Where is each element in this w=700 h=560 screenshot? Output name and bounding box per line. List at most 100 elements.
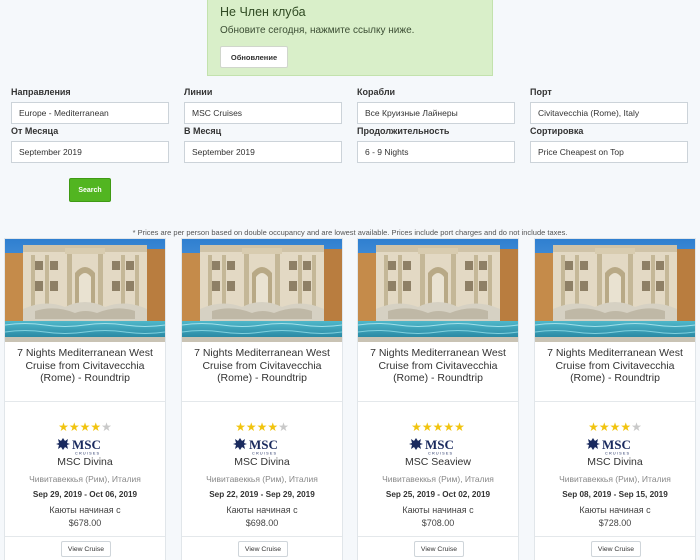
trevi-fountain-photo[interactable]: [182, 239, 342, 342]
cruise-card: 7 Nights Mediterranean West Cruise from …: [534, 238, 696, 560]
price-disclaimer: * Prices are per person based on double …: [132, 228, 568, 237]
msc-logo: MSC CRUISES: [358, 436, 518, 456]
star-filled-icon: ★: [588, 420, 599, 434]
line-label: Линии: [184, 87, 213, 97]
sailing-dates: Sep 22, 2019 - Sep 29, 2019: [209, 490, 315, 499]
cruise-price: $708.00: [421, 518, 455, 528]
card-divider: [182, 536, 342, 537]
view-cruise-button[interactable]: View Cruise: [591, 541, 641, 557]
msc-logo: MSC CRUISES: [5, 436, 165, 456]
star-filled-icon: ★: [58, 420, 69, 434]
cabins-from-label: Каюты начиная с: [402, 505, 474, 515]
to-month-label: В Месяц: [184, 126, 222, 136]
msc-logo-text: MSC: [425, 437, 454, 452]
cruise-card: 7 Nights Mediterranean West Cruise from …: [181, 238, 343, 560]
cruise-title[interactable]: 7 Nights Mediterranean West Cruise from …: [541, 347, 689, 385]
membership-notice: Не Член клуба Обновите сегодня, нажмите …: [207, 0, 493, 76]
cruise-card: 7 Nights Mediterranean West Cruise from …: [357, 238, 519, 560]
star-filled-icon: ★: [245, 420, 257, 434]
port-label: Порт: [530, 87, 552, 97]
card-divider: [5, 401, 165, 402]
msc-logo: MSC CRUISES: [182, 436, 342, 456]
duration-select[interactable]: 6 - 9 Nights: [357, 141, 515, 163]
notice-title: Не Член клуба: [220, 5, 306, 19]
rating-stars: ★ ★ ★ ★ ★: [5, 421, 165, 433]
star-filled-icon: ★: [421, 420, 433, 434]
star-filled-icon: ★: [609, 420, 621, 434]
sort-select[interactable]: Price Cheapest on Top: [530, 141, 688, 163]
departure-port: Чивитавеккья (Рим), Италия: [382, 474, 494, 484]
star-filled-icon: ★: [432, 420, 444, 434]
cabins-from-label: Каюты начиная с: [579, 505, 651, 515]
msc-logo-subtext: CRUISES: [252, 452, 277, 456]
departure-port: Чивитавеккья (Рим), Италия: [29, 474, 141, 484]
line-select[interactable]: MSC Cruises: [184, 102, 342, 124]
msc-logo-subtext: CRUISES: [428, 452, 453, 456]
ships-select[interactable]: Все Круизные Лайнеры: [357, 102, 515, 124]
star-filled-icon: ★: [454, 420, 465, 434]
upgrade-button[interactable]: Обновление: [220, 46, 288, 68]
msc-logo-subtext: CRUISES: [75, 452, 100, 456]
star-filled-icon: ★: [68, 420, 80, 434]
star-empty-icon: ★: [631, 420, 642, 434]
star-filled-icon: ★: [443, 420, 455, 434]
trevi-fountain-photo[interactable]: [358, 239, 518, 342]
departure-port: Чивитавеккья (Рим), Италия: [206, 474, 318, 484]
ship-name: MSC Divina: [57, 456, 113, 468]
star-empty-icon: ★: [278, 420, 289, 434]
cruise-title[interactable]: 7 Nights Mediterranean West Cruise from …: [364, 347, 512, 385]
ship-name: MSC Divina: [234, 456, 290, 468]
ship-name: MSC Seaview: [405, 456, 471, 468]
star-filled-icon: ★: [411, 420, 422, 434]
card-divider: [182, 401, 342, 402]
view-cruise-button[interactable]: View Cruise: [61, 541, 111, 557]
star-filled-icon: ★: [267, 420, 279, 434]
star-empty-icon: ★: [101, 420, 112, 434]
msc-logo-text: MSC: [72, 437, 101, 452]
sailing-dates: Sep 29, 2019 - Oct 06, 2019: [32, 490, 138, 499]
card-divider: [5, 536, 165, 537]
rating-stars: ★ ★ ★ ★ ★: [358, 421, 518, 433]
destination-label: Направления: [11, 87, 71, 97]
view-cruise-button[interactable]: View Cruise: [414, 541, 464, 557]
cabins-from-label: Каюты начиная с: [49, 505, 121, 515]
card-divider: [358, 536, 518, 537]
departure-port: Чивитавеккья (Рим), Италия: [559, 474, 671, 484]
rating-stars: ★ ★ ★ ★ ★: [535, 421, 695, 433]
port-select[interactable]: Civitavecchia (Rome), Italy: [530, 102, 688, 124]
sailing-dates: Sep 08, 2019 - Sep 15, 2019: [562, 490, 668, 499]
cruise-title[interactable]: 7 Nights Mediterranean West Cruise from …: [188, 347, 336, 385]
star-filled-icon: ★: [235, 420, 246, 434]
destination-select[interactable]: Europe - Mediterranean: [11, 102, 169, 124]
from-month-select[interactable]: September 2019: [11, 141, 169, 163]
sort-label: Сортировка: [530, 126, 584, 136]
cruise-price: $678.00: [68, 518, 102, 528]
star-filled-icon: ★: [598, 420, 610, 434]
msc-logo: MSC CRUISES: [535, 436, 695, 456]
card-divider: [358, 401, 518, 402]
msc-logo-text: MSC: [249, 437, 278, 452]
cruise-card: 7 Nights Mediterranean West Cruise from …: [4, 238, 166, 560]
star-filled-icon: ★: [90, 420, 102, 434]
trevi-fountain-photo[interactable]: [5, 239, 165, 342]
star-filled-icon: ★: [79, 420, 91, 434]
rating-stars: ★ ★ ★ ★ ★: [182, 421, 342, 433]
cabins-from-label: Каюты начиная с: [226, 505, 298, 515]
to-month-select[interactable]: September 2019: [184, 141, 342, 163]
cruise-price: $698.00: [245, 518, 279, 528]
cruise-price: $728.00: [598, 518, 632, 528]
duration-label: Продолжительность: [357, 126, 450, 136]
cruise-title[interactable]: 7 Nights Mediterranean West Cruise from …: [11, 347, 159, 385]
star-filled-icon: ★: [256, 420, 268, 434]
sailing-dates: Sep 25, 2019 - Oct 02, 2019: [385, 490, 491, 499]
msc-logo-subtext: CRUISES: [605, 452, 630, 456]
star-filled-icon: ★: [620, 420, 632, 434]
ships-label: Корабли: [357, 87, 396, 97]
msc-logo-text: MSC: [602, 437, 631, 452]
card-divider: [535, 401, 695, 402]
trevi-fountain-photo[interactable]: [535, 239, 695, 342]
search-button[interactable]: Search: [69, 178, 111, 202]
view-cruise-button[interactable]: View Cruise: [238, 541, 288, 557]
notice-text: Обновите сегодня, нажмите ссылку ниже.: [220, 25, 415, 36]
ship-name: MSC Divina: [587, 456, 643, 468]
